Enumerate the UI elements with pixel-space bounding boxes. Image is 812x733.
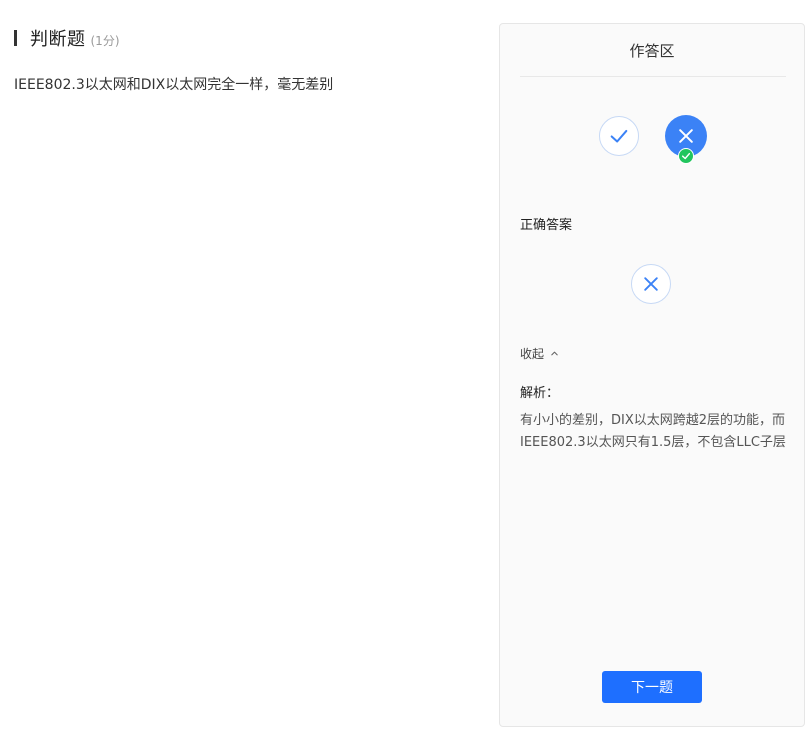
collapse-toggle[interactable]: 收起 xyxy=(520,345,559,362)
check-icon xyxy=(610,129,628,143)
answer-panel: 作答区 正确答案 收起 解析： 有小小的差别，DIX以太网跨越2层的功能，而IE… xyxy=(499,23,805,727)
analysis-label: 解析： xyxy=(520,386,560,401)
question-score: (1分) xyxy=(90,33,120,48)
question-text: IEEE802.3以太网和DIX以太网完全一样，毫无差别 xyxy=(14,77,334,93)
page: 判断题 (1分) IEEE802.3以太网和DIX以太网完全一样，毫无差别 作答… xyxy=(0,0,812,733)
close-icon xyxy=(679,129,693,143)
divider xyxy=(520,76,786,77)
title-accent-bar xyxy=(14,30,17,46)
analysis-text: 有小小的差别，DIX以太网跨越2层的功能，而IEEE802.3以太网只有1.5层… xyxy=(520,413,786,450)
close-icon xyxy=(644,277,658,291)
collapse-label: 收起 xyxy=(520,347,545,361)
chevron-up-icon xyxy=(550,349,559,358)
next-question-button[interactable]: 下一题 xyxy=(602,671,702,703)
choice-true-button[interactable] xyxy=(599,116,639,156)
question-type: 判断题 xyxy=(30,29,86,50)
correct-answer-indicator xyxy=(631,264,671,304)
question-header: 判断题 (1分) xyxy=(14,26,120,50)
panel-title: 作答区 xyxy=(629,42,675,60)
check-circle-icon xyxy=(678,148,694,164)
correct-answer-label: 正确答案 xyxy=(520,218,573,233)
